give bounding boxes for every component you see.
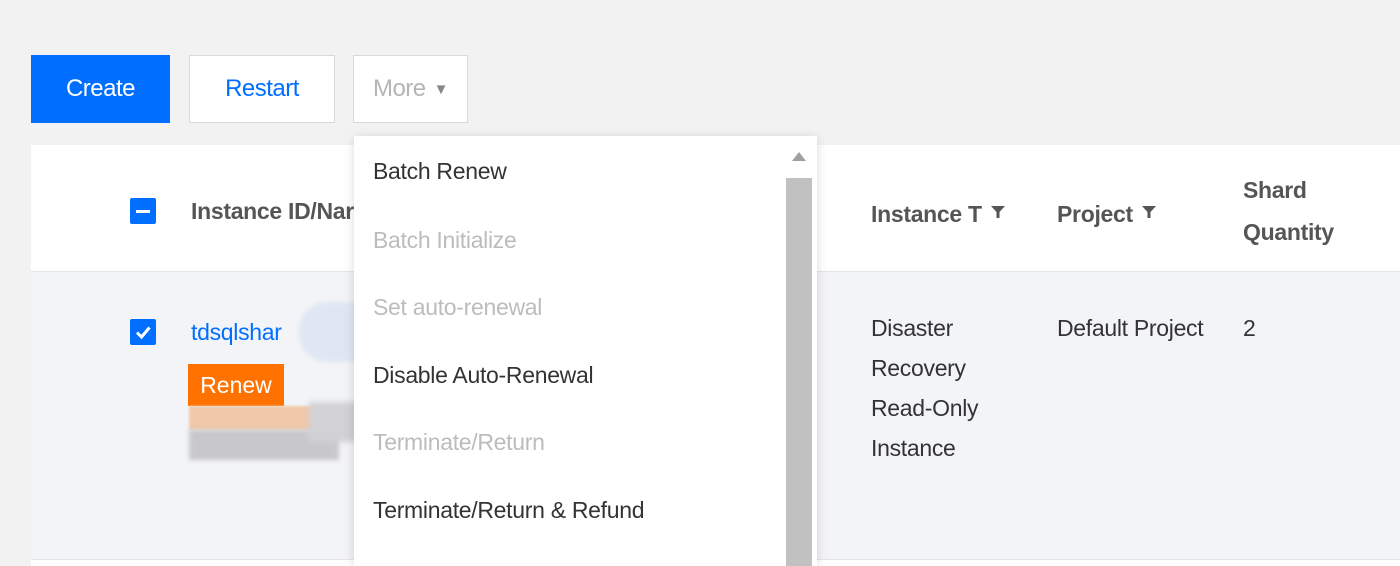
header-project-label: Project <box>1057 201 1133 227</box>
minus-icon <box>136 209 150 213</box>
menu-item-batch-initialize: Batch Initialize <box>373 227 517 253</box>
create-button[interactable]: Create <box>31 55 170 123</box>
create-button-label: Create <box>65 75 136 102</box>
menu-item-disable-auto-renewal[interactable]: Disable Auto-Renewal <box>373 362 594 389</box>
check-icon <box>135 326 151 340</box>
header-instance-id-name: Instance ID/Nar <box>191 190 354 232</box>
header-instance-type-label: Instance T <box>871 201 982 227</box>
instance-type-line: Read-Only <box>871 395 979 421</box>
header-instance-type: Instance T <box>871 193 1006 236</box>
instance-id-link[interactable]: tdsqlshar <box>191 312 282 352</box>
select-all-checkbox[interactable] <box>130 198 156 224</box>
instance-type-line: Disaster <box>871 315 953 341</box>
menu-item-set-auto-renewal: Set auto-renewal <box>373 294 543 320</box>
shard-quantity-cell: 2 <box>1243 315 1256 341</box>
header-shard-quantity-line1: Shard <box>1243 177 1307 203</box>
redacted-region <box>189 406 319 430</box>
renew-tag[interactable]: Renew <box>188 364 284 406</box>
header-project: Project <box>1057 193 1157 236</box>
caret-down-icon: ▼ <box>433 80 449 98</box>
header-instance-id-name-label: Instance ID/Nar <box>191 198 354 224</box>
instance-type-line: Recovery <box>871 355 966 381</box>
more-dropdown-menu: Batch Renew Batch Initialize Set auto-re… <box>354 136 817 566</box>
header-shard-quantity: Shard Quantity <box>1243 169 1334 253</box>
menu-item-batch-renew[interactable]: Batch Renew <box>373 158 507 185</box>
filter-icon[interactable] <box>1141 194 1157 236</box>
scroll-up-arrow-icon[interactable] <box>792 152 806 161</box>
menu-item-terminate-return-refund[interactable]: Terminate/Return & Refund <box>373 497 645 524</box>
instance-type-cell: Disaster Recovery Read-Only Instance <box>871 308 979 468</box>
more-dropdown-button[interactable]: More ▼ <box>353 55 468 123</box>
restart-button-label: Restart <box>225 75 299 102</box>
filter-icon[interactable] <box>990 194 1006 236</box>
restart-button[interactable]: Restart <box>189 55 335 123</box>
menu-item-terminate-return: Terminate/Return <box>373 429 545 455</box>
row-checkbox[interactable] <box>130 319 156 345</box>
scrollbar-thumb[interactable] <box>786 178 812 566</box>
header-shard-quantity-line2: Quantity <box>1243 219 1334 245</box>
instance-type-line: Instance <box>871 435 956 461</box>
redacted-region <box>309 402 359 442</box>
instance-list-page: Create Restart More ▼ Instance ID/Nar In… <box>0 0 1400 566</box>
project-cell: Default Project <box>1057 315 1204 341</box>
more-button-label: More <box>372 75 426 102</box>
